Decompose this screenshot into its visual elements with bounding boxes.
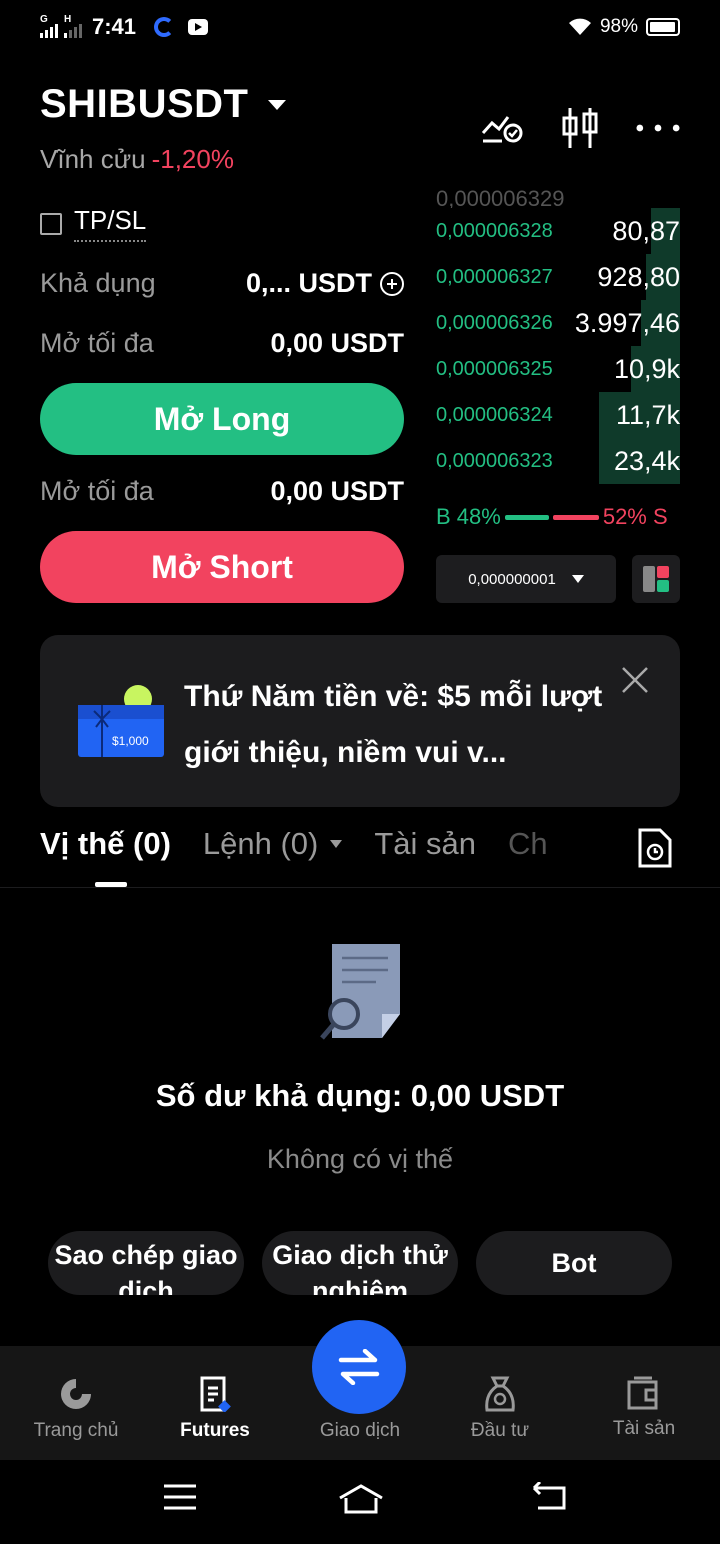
system-nav-bar [0, 1460, 720, 1544]
pair-title: SHIBUSDT [40, 82, 249, 126]
max-open-value: 0,00 USDT [270, 476, 404, 506]
chevron-down-icon [330, 840, 343, 848]
more-icon[interactable] [636, 106, 680, 150]
signal-icon-2: H [64, 14, 82, 38]
nav-trade-label: Giao dịch [319, 1420, 401, 1441]
add-funds-icon[interactable] [380, 271, 404, 296]
swap-icon [338, 1349, 380, 1385]
order-book-row[interactable]: 0,000006327 928,80 [436, 254, 680, 300]
order-quantity: 3.997,46 [574, 307, 680, 338]
battery-icon [646, 18, 680, 36]
order-price: 0,000006324 [436, 403, 553, 426]
wifi-icon [568, 18, 591, 35]
order-quantity: 928,80 [597, 261, 680, 292]
order-quantity: 23,4k [613, 445, 680, 476]
order-book-row[interactable]: 0,000006323 23,4k [436, 438, 680, 484]
max-open-row-short: Mở tối đa 0,00 USDT [40, 476, 404, 507]
divider [0, 887, 720, 888]
battery-percent: 98% [599, 16, 638, 37]
order-price: 0,000006323 [436, 449, 553, 472]
contract-info: Vĩnh cửu -1,20% [40, 144, 234, 175]
open-long-button[interactable]: Mở Long [40, 383, 404, 455]
close-icon[interactable] [620, 665, 650, 695]
available-value: 0,... USDT [245, 268, 372, 298]
order-price: 0,000006328 [436, 219, 553, 242]
nav-invest[interactable]: Đầu tư [430, 1346, 570, 1460]
buy-ratio: B 48% [436, 504, 501, 529]
nav-futures[interactable]: Futures [145, 1346, 285, 1460]
available-balance: Số dư khả dụng: 0,00 USDT [155, 1078, 565, 1113]
signal-icon: G [40, 14, 58, 38]
home-icon [61, 1379, 91, 1409]
buy-sell-ratio: B 48% 52% S [436, 504, 680, 530]
available-label: Khả dụng [40, 268, 156, 298]
order-price: 0,000006327 [436, 265, 553, 288]
open-short-button[interactable]: Mở Short [40, 531, 404, 603]
menu-icon[interactable] [162, 1482, 198, 1512]
nav-assets[interactable]: Tài sản [574, 1346, 714, 1460]
order-price: 0,000006325 [436, 357, 553, 380]
tab-assets[interactable]: Tài sản [374, 826, 476, 862]
tick-size-value: 0,000000001 [468, 570, 556, 588]
order-quantity: 80,87 [612, 215, 680, 246]
max-open-label: Mở tối đa [40, 328, 154, 358]
order-book-row[interactable]: 0,000006324 11,7k [436, 392, 680, 438]
gift-amount: $1,000 [112, 734, 149, 748]
max-open-row-long: Mở tối đa 0,00 USDT [40, 328, 404, 359]
gift-icon: $1,000 [78, 685, 164, 757]
order-history-icon[interactable] [636, 828, 674, 868]
sell-ratio: 52% S [602, 504, 668, 529]
contract-type: Vĩnh cửu [40, 144, 146, 174]
order-book-cut-row: 0,000006329 [436, 190, 565, 208]
tab-partial[interactable]: Ch [508, 826, 554, 862]
price-change: -1,20% [151, 144, 234, 174]
chevron-down-icon [571, 575, 584, 583]
nav-trade-button[interactable] [312, 1320, 406, 1414]
status-bar: G H 7:41 98% [0, 0, 720, 60]
order-quantity: 11,7k [615, 399, 680, 430]
nav-home[interactable]: Trang chủ [6, 1346, 146, 1460]
empty-document-icon [320, 944, 400, 1040]
tick-size-select[interactable]: 0,000000001 [436, 555, 616, 603]
no-positions-text: Không có vị thế [266, 1144, 454, 1174]
chart-alert-icon[interactable] [480, 106, 524, 150]
tpsl-checkbox[interactable] [40, 212, 62, 235]
wallet-icon [627, 1376, 658, 1410]
tab-positions[interactable]: Vị thế (0) [40, 826, 171, 862]
order-book-layout-button[interactable] [632, 555, 680, 603]
tab-orders[interactable]: Lệnh (0) [203, 826, 343, 862]
tpsl-toggle[interactable]: TP/SL [40, 205, 147, 242]
position-tabs: Vị thế (0) Lệnh (0) Tài sản Ch [40, 826, 586, 862]
order-book-row[interactable]: 0,000006328 80,87 [436, 208, 680, 254]
pair-selector[interactable]: SHIBUSDT [40, 82, 287, 127]
youtube-icon [188, 19, 209, 35]
home-button-icon[interactable] [336, 1482, 386, 1516]
back-icon[interactable] [530, 1482, 568, 1512]
quick-actions: Sao chép giao dịch Giao dịch thử nghiệm … [48, 1231, 672, 1295]
buy-ratio-bar [504, 514, 549, 520]
bot-button[interactable]: Bot [476, 1231, 672, 1295]
chevron-down-icon [268, 99, 287, 110]
futures-icon [200, 1376, 231, 1412]
app-notification-icon [154, 17, 175, 37]
order-quantity: 10,9k [613, 353, 680, 384]
max-open-label: Mở tối đa [40, 476, 154, 506]
sell-ratio-bar [552, 514, 599, 520]
promo-banner[interactable]: $1,000 Thứ Năm tiền về: $5 mỗi lượt giới… [40, 635, 680, 807]
invest-icon [485, 1376, 515, 1412]
tpsl-label: TP/SL [74, 205, 147, 242]
available-row: Khả dụng 0,... USDT [40, 268, 404, 299]
layout-icon [643, 566, 669, 592]
order-book-row[interactable]: 0,000006325 10,9k [436, 346, 680, 392]
demo-trade-button[interactable]: Giao dịch thử nghiệm [262, 1231, 458, 1295]
max-open-value: 0,00 USDT [270, 328, 404, 358]
clock: 7:41 [92, 14, 137, 39]
copy-trade-button[interactable]: Sao chép giao dịch [48, 1231, 244, 1295]
order-price: 0,000006326 [436, 311, 553, 334]
promo-text: Thứ Năm tiền về: $5 mỗi lượt giới thiệu,… [184, 680, 603, 769]
candlestick-icon[interactable] [558, 106, 602, 150]
order-book-row[interactable]: 0,000006326 3.997,46 [436, 300, 680, 346]
